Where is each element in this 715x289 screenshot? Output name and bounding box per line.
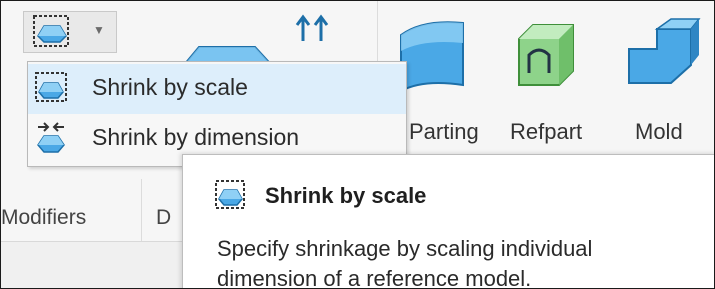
refpart-button[interactable] — [509, 15, 579, 95]
shrink-split-button[interactable]: ▼ — [23, 11, 117, 53]
chevron-down-icon[interactable]: ▼ — [82, 12, 116, 52]
menu-item-label: Shrink by dimension — [92, 124, 300, 150]
refpart-label: Refpart — [510, 119, 583, 144]
tooltip-description-line: Specify shrinkage by scaling individual — [217, 236, 593, 261]
mold-label: Mold — [635, 119, 683, 144]
group-label-modifiers: Modifiers — [1, 206, 87, 229]
menu-item-label: Shrink by scale — [92, 74, 248, 100]
refpart-cube-icon — [518, 24, 574, 86]
ribbon-arrows-button[interactable] — [291, 7, 339, 51]
shrink-dropdown-menu: Shrink by scale Shrink by dimension — [27, 61, 407, 167]
shrink-split-button-main[interactable] — [24, 12, 80, 52]
shrink-by-scale-icon — [33, 15, 69, 47]
parting-label: Parting — [409, 119, 479, 144]
group-label-partial: D — [156, 206, 172, 229]
menu-item-shrink-by-scale[interactable]: Shrink by scale — [28, 64, 406, 114]
mold-block-icon — [628, 18, 701, 84]
shrink-by-scale-icon — [35, 72, 67, 102]
tooltip-title: Shrink by scale — [265, 183, 427, 208]
app-window: ▼ Parting Refpart Mold Modifiers D Shrin… — [0, 0, 715, 289]
shrink-by-dimension-icon — [37, 122, 65, 153]
mold-button[interactable] — [621, 15, 701, 95]
tooltip-description: Specify shrinkage by scaling individual … — [217, 234, 687, 289]
tooltip: Shrink by scale Specify shrinkage by sca… — [182, 154, 714, 289]
up-arrows-icon — [295, 14, 329, 41]
group-divider — [141, 179, 142, 241]
shrink-by-scale-icon — [215, 180, 245, 209]
tooltip-description-line: dimension of a reference model. — [217, 266, 532, 289]
